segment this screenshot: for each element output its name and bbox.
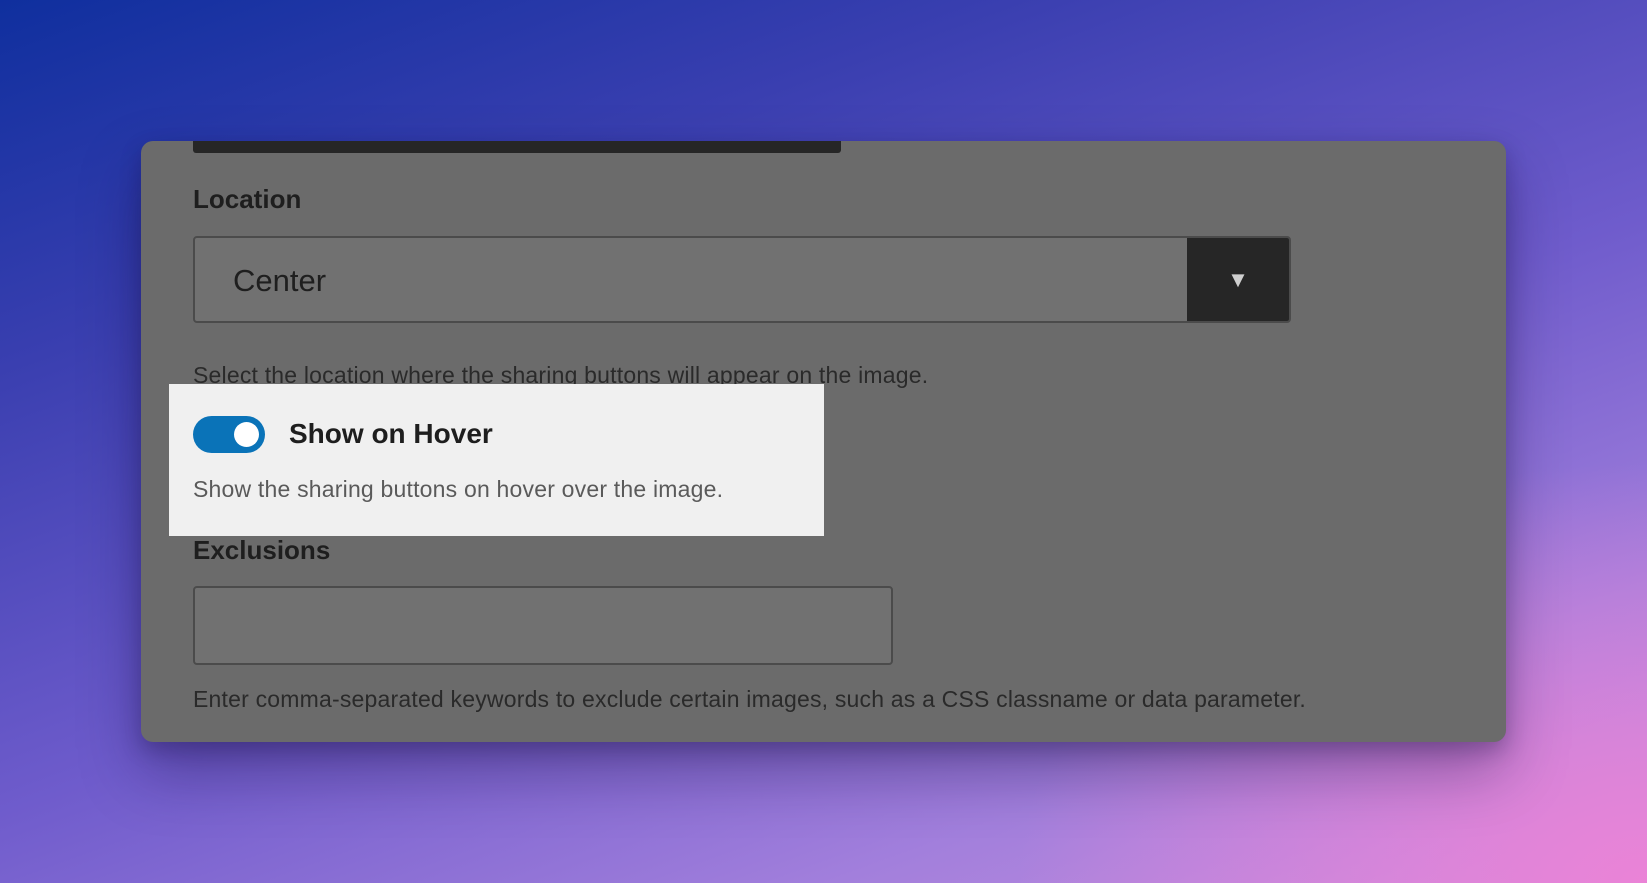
chevron-down-icon[interactable]: ▼	[1187, 238, 1289, 321]
exclusions-input[interactable]	[193, 586, 893, 665]
location-label: Location	[193, 184, 302, 214]
exclusions-help-text: Enter comma-separated keywords to exclud…	[193, 686, 1307, 712]
show-on-hover-toggle[interactable]	[193, 416, 265, 453]
location-select-value: Center	[233, 263, 327, 298]
location-select[interactable]: Center ▼	[193, 236, 1291, 323]
show-on-hover-label[interactable]: Show on Hover	[289, 418, 493, 450]
exclusions-label: Exclusions	[193, 535, 331, 565]
toggle-knob	[234, 422, 259, 447]
settings-panel: Location Center ▼ Select the location wh…	[141, 141, 1506, 742]
previous-field-bar	[193, 141, 841, 153]
show-on-hover-highlight: Show on Hover Show the sharing buttons o…	[169, 384, 824, 536]
show-on-hover-help-text: Show the sharing buttons on hover over t…	[193, 476, 724, 502]
